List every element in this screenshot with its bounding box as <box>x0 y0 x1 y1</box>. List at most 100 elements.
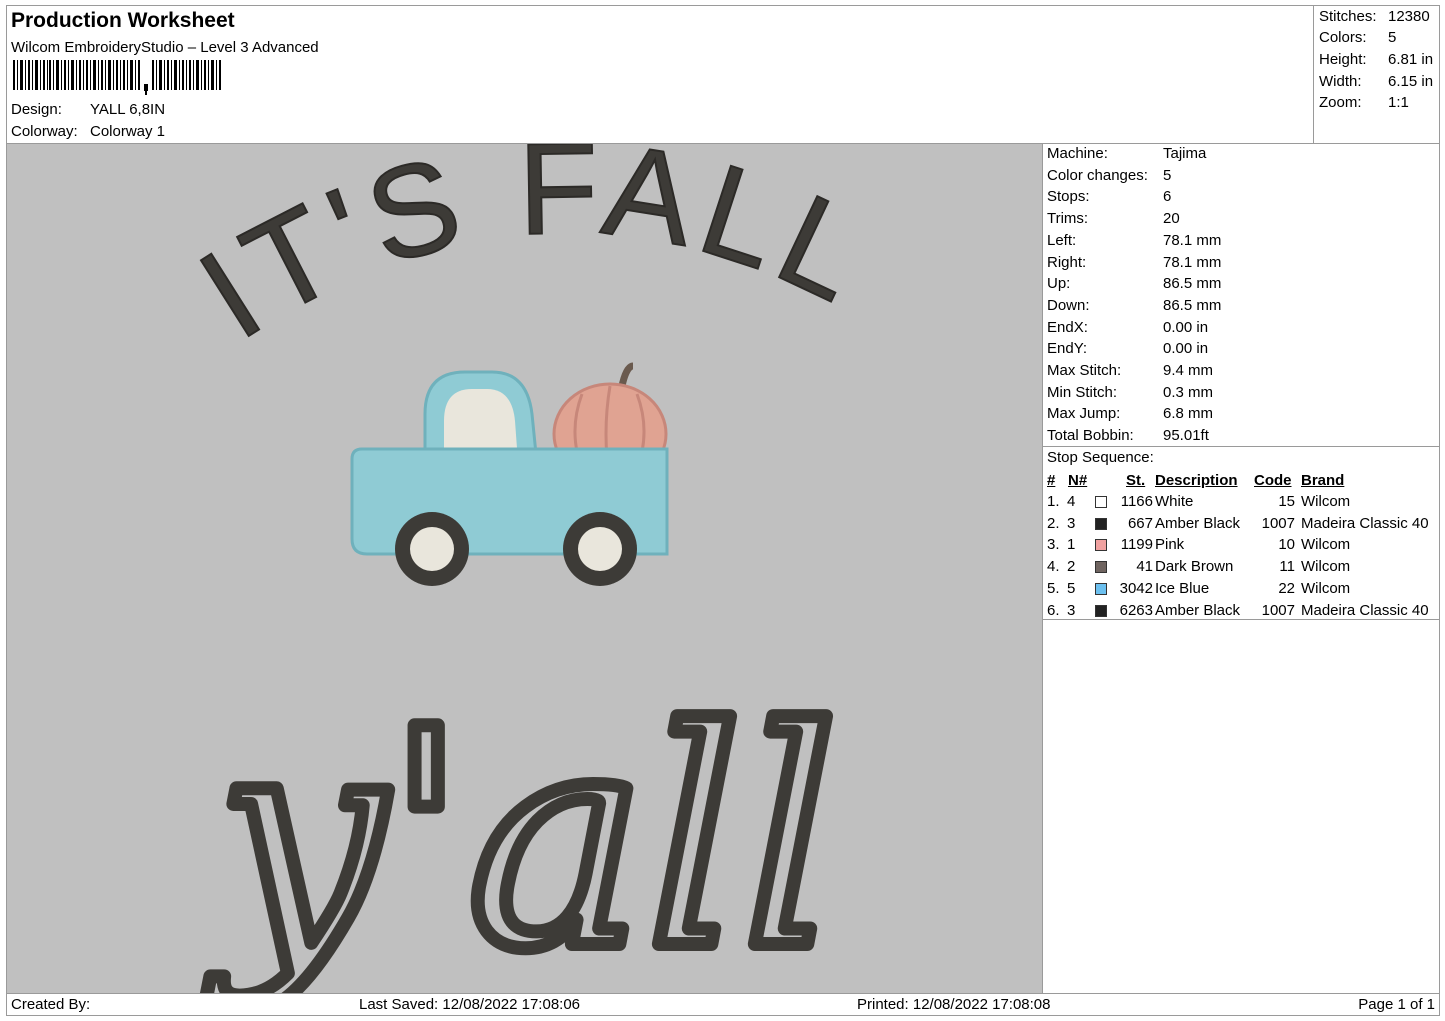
row-code: 22 <box>1278 579 1295 597</box>
width-value: 6.15 in <box>1388 73 1434 90</box>
colorway-label: Colorway: <box>11 123 78 140</box>
machine-info-label: Max Jump: <box>1047 405 1121 423</box>
headline-arc: IT'S FALL <box>175 144 886 367</box>
row-code: 11 <box>1279 558 1295 576</box>
machine-info-value: Tajima <box>1163 145 1207 162</box>
row-index: 5. <box>1047 579 1060 597</box>
machine-info-value: 0.00 in <box>1163 318 1209 336</box>
row-code: 1007 <box>1261 514 1295 532</box>
machine-info-label: EndX: <box>1047 318 1088 336</box>
design-label: Design: <box>11 101 62 118</box>
row-brand: Madeira Classic 40 <box>1301 601 1429 619</box>
machine-info-panel: Machine: Tajima Color changes: 5 Stops: 6 Trim… <box>1042 143 1440 994</box>
row-index: 2. <box>1047 514 1060 532</box>
machine-info-value: 6 <box>1163 188 1172 206</box>
row-brand: Wilcom <box>1301 579 1351 597</box>
machine-info-value: 20 <box>1163 210 1180 228</box>
truck-illustration <box>350 362 669 586</box>
row-stitches: 1166 <box>1120 493 1153 510</box>
row-brand: Wilcom <box>1301 558 1351 576</box>
row-needle: 3 <box>1067 514 1076 532</box>
row-stitches: 3042 <box>1119 579 1153 597</box>
table-row[interactable]: 2. 3 667 Amber Black 1007 Madeira Classic 40 <box>1043 513 1439 535</box>
pumpkin-stem <box>618 362 634 387</box>
machine-info-label: EndY: <box>1047 340 1088 358</box>
stop-sequence-title: Stop Sequence: <box>1047 449 1154 466</box>
machine-info-value: 86.5 mm <box>1163 296 1222 314</box>
color-swatch <box>1095 539 1107 552</box>
colorway-value: Colorway 1 <box>90 123 166 140</box>
color-swatch <box>1095 561 1107 574</box>
machine-info-value: 95.01ft <box>1163 427 1209 445</box>
height-label: Height: <box>1319 51 1367 68</box>
col-description: Description <box>1155 472 1238 489</box>
machine-info-value: 9.4 mm <box>1163 362 1214 379</box>
color-swatch <box>1095 604 1107 617</box>
row-description: Dark Brown <box>1155 558 1234 576</box>
created-by: Created By: <box>11 996 91 1013</box>
worksheet-footer: Created By: Last Saved: 12/08/2022 17:08… <box>6 993 1440 1016</box>
row-description: White <box>1155 493 1194 510</box>
machine-info-value: 0.00 in <box>1163 340 1209 358</box>
machine-info-value: 78.1 mm <box>1163 231 1222 249</box>
zoom-value: 1:1 <box>1388 94 1409 111</box>
machine-info-value: 0.3 mm <box>1163 383 1214 401</box>
machine-info-label: Down: <box>1047 296 1090 314</box>
row-needle: 5 <box>1067 579 1076 597</box>
row-stitches: 41 <box>1136 558 1153 576</box>
row-code: 15 <box>1278 493 1295 510</box>
machine-info-value: 86.5 mm <box>1163 275 1222 293</box>
machine-info-label: Stops: <box>1047 188 1090 206</box>
stitches-value: 12380 <box>1388 8 1430 25</box>
row-description: Amber Black <box>1155 514 1241 532</box>
colors-label: Colors: <box>1319 29 1367 46</box>
machine-info-label: Trims: <box>1047 210 1089 228</box>
worksheet-title: Production Worksheet <box>11 9 235 32</box>
machine-info-label: Right: <box>1047 253 1087 271</box>
color-swatch <box>1095 496 1107 508</box>
machine-info-label: Up: <box>1047 275 1071 293</box>
row-description: Pink <box>1155 536 1185 554</box>
design-preview[interactable]: IT'S FALL y'all <box>6 143 1043 994</box>
machine-info-label: Max Stitch: <box>1047 362 1122 379</box>
worksheet-header: Production Worksheet Wilcom EmbroiderySt… <box>6 5 1440 144</box>
row-brand: Madeira Classic 40 <box>1301 514 1429 532</box>
row-index: 4. <box>1047 558 1060 576</box>
row-index: 1. <box>1047 493 1060 510</box>
machine-info-value: 78.1 mm <box>1163 253 1222 271</box>
row-needle: 3 <box>1067 601 1076 619</box>
stitches-label: Stitches: <box>1319 8 1377 25</box>
row-needle: 2 <box>1067 558 1076 576</box>
machine-info-label: Min Stitch: <box>1047 383 1118 401</box>
col-brand: Brand <box>1301 472 1345 489</box>
row-stitches: 667 <box>1127 514 1153 532</box>
last-saved: Last Saved: 12/08/2022 17:08:06 <box>359 996 581 1013</box>
headline-text: IT'S FALL <box>176 144 893 366</box>
color-swatch <box>1095 517 1107 530</box>
row-brand: Wilcom <box>1301 536 1351 554</box>
table-row[interactable]: 1. 4 1166 White 15 Wilcom <box>1043 491 1439 513</box>
machine-info-value: 6.8 mm <box>1163 405 1214 423</box>
design-summary: Stitches: 12380 Colors: 5 Height: 6.81 i… <box>1313 5 1440 144</box>
embroidery-design: IT'S FALL y'all <box>175 144 893 993</box>
machine-info-label: Left: <box>1047 231 1077 249</box>
row-brand: Wilcom <box>1301 493 1351 510</box>
row-needle: 1 <box>1067 536 1076 554</box>
row-code: 10 <box>1278 536 1295 554</box>
colors-value: 5 <box>1388 29 1397 46</box>
zoom-label: Zoom: <box>1319 94 1362 111</box>
row-index: 3. <box>1047 536 1060 554</box>
row-description: Ice Blue <box>1155 579 1210 597</box>
row-description: Amber Black <box>1155 601 1241 619</box>
table-row[interactable]: 5. 5 3042 Ice Blue 22 Wilcom <box>1043 578 1439 600</box>
page-number: Page 1 of 1 <box>1358 996 1435 1013</box>
table-row[interactable]: 4. 2 41 Dark Brown 11 Wilcom <box>1043 556 1439 578</box>
table-row[interactable]: 3. 1 1199 Pink 10 Wilcom <box>1043 534 1439 556</box>
col-code: Code <box>1254 472 1292 489</box>
software-name: Wilcom EmbroideryStudio – Level 3 Advanc… <box>11 39 319 56</box>
barcode <box>13 60 221 95</box>
col-n: N# <box>1068 472 1088 489</box>
machine-info-label: Color changes: <box>1047 166 1148 184</box>
stop-sequence-header: # N# St. Description Code Brand <box>1043 470 1439 492</box>
col-idx: # <box>1047 472 1056 489</box>
